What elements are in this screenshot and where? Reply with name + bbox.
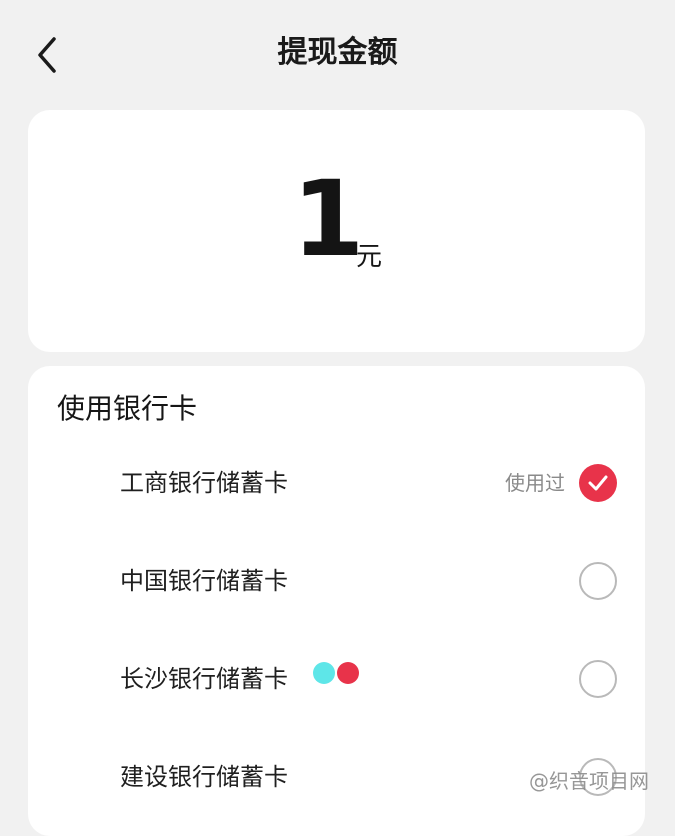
bank-option-icbc[interactable]: 工商银行储蓄卡 使用过 — [28, 448, 645, 518]
top-bar: 提现金额 — [0, 0, 675, 108]
page-title: 提现金额 — [277, 35, 398, 70]
cyan-dot — [313, 662, 335, 684]
red-dot — [337, 662, 359, 684]
bank-name: 中国银行储蓄卡 — [120, 567, 288, 595]
radio-checked[interactable] — [579, 464, 617, 502]
used-before-tag: 使用过 — [505, 471, 565, 495]
bank-name: 建设银行储蓄卡 — [120, 763, 288, 791]
radio-unchecked[interactable] — [579, 660, 617, 698]
amount-unit: 元 — [356, 242, 383, 272]
check-icon — [588, 475, 608, 491]
watermark: @织音项目网 — [529, 769, 649, 793]
bank-name: 长沙银行储蓄卡 — [120, 665, 288, 693]
bank-option-boc[interactable]: 中国银行储蓄卡 — [28, 546, 645, 616]
decorative-dots — [313, 662, 363, 686]
bank-name: 工商银行储蓄卡 — [120, 469, 288, 497]
section-title: 使用银行卡 — [57, 392, 198, 425]
amount-value: 1 — [292, 158, 364, 280]
radio-unchecked[interactable] — [579, 562, 617, 600]
